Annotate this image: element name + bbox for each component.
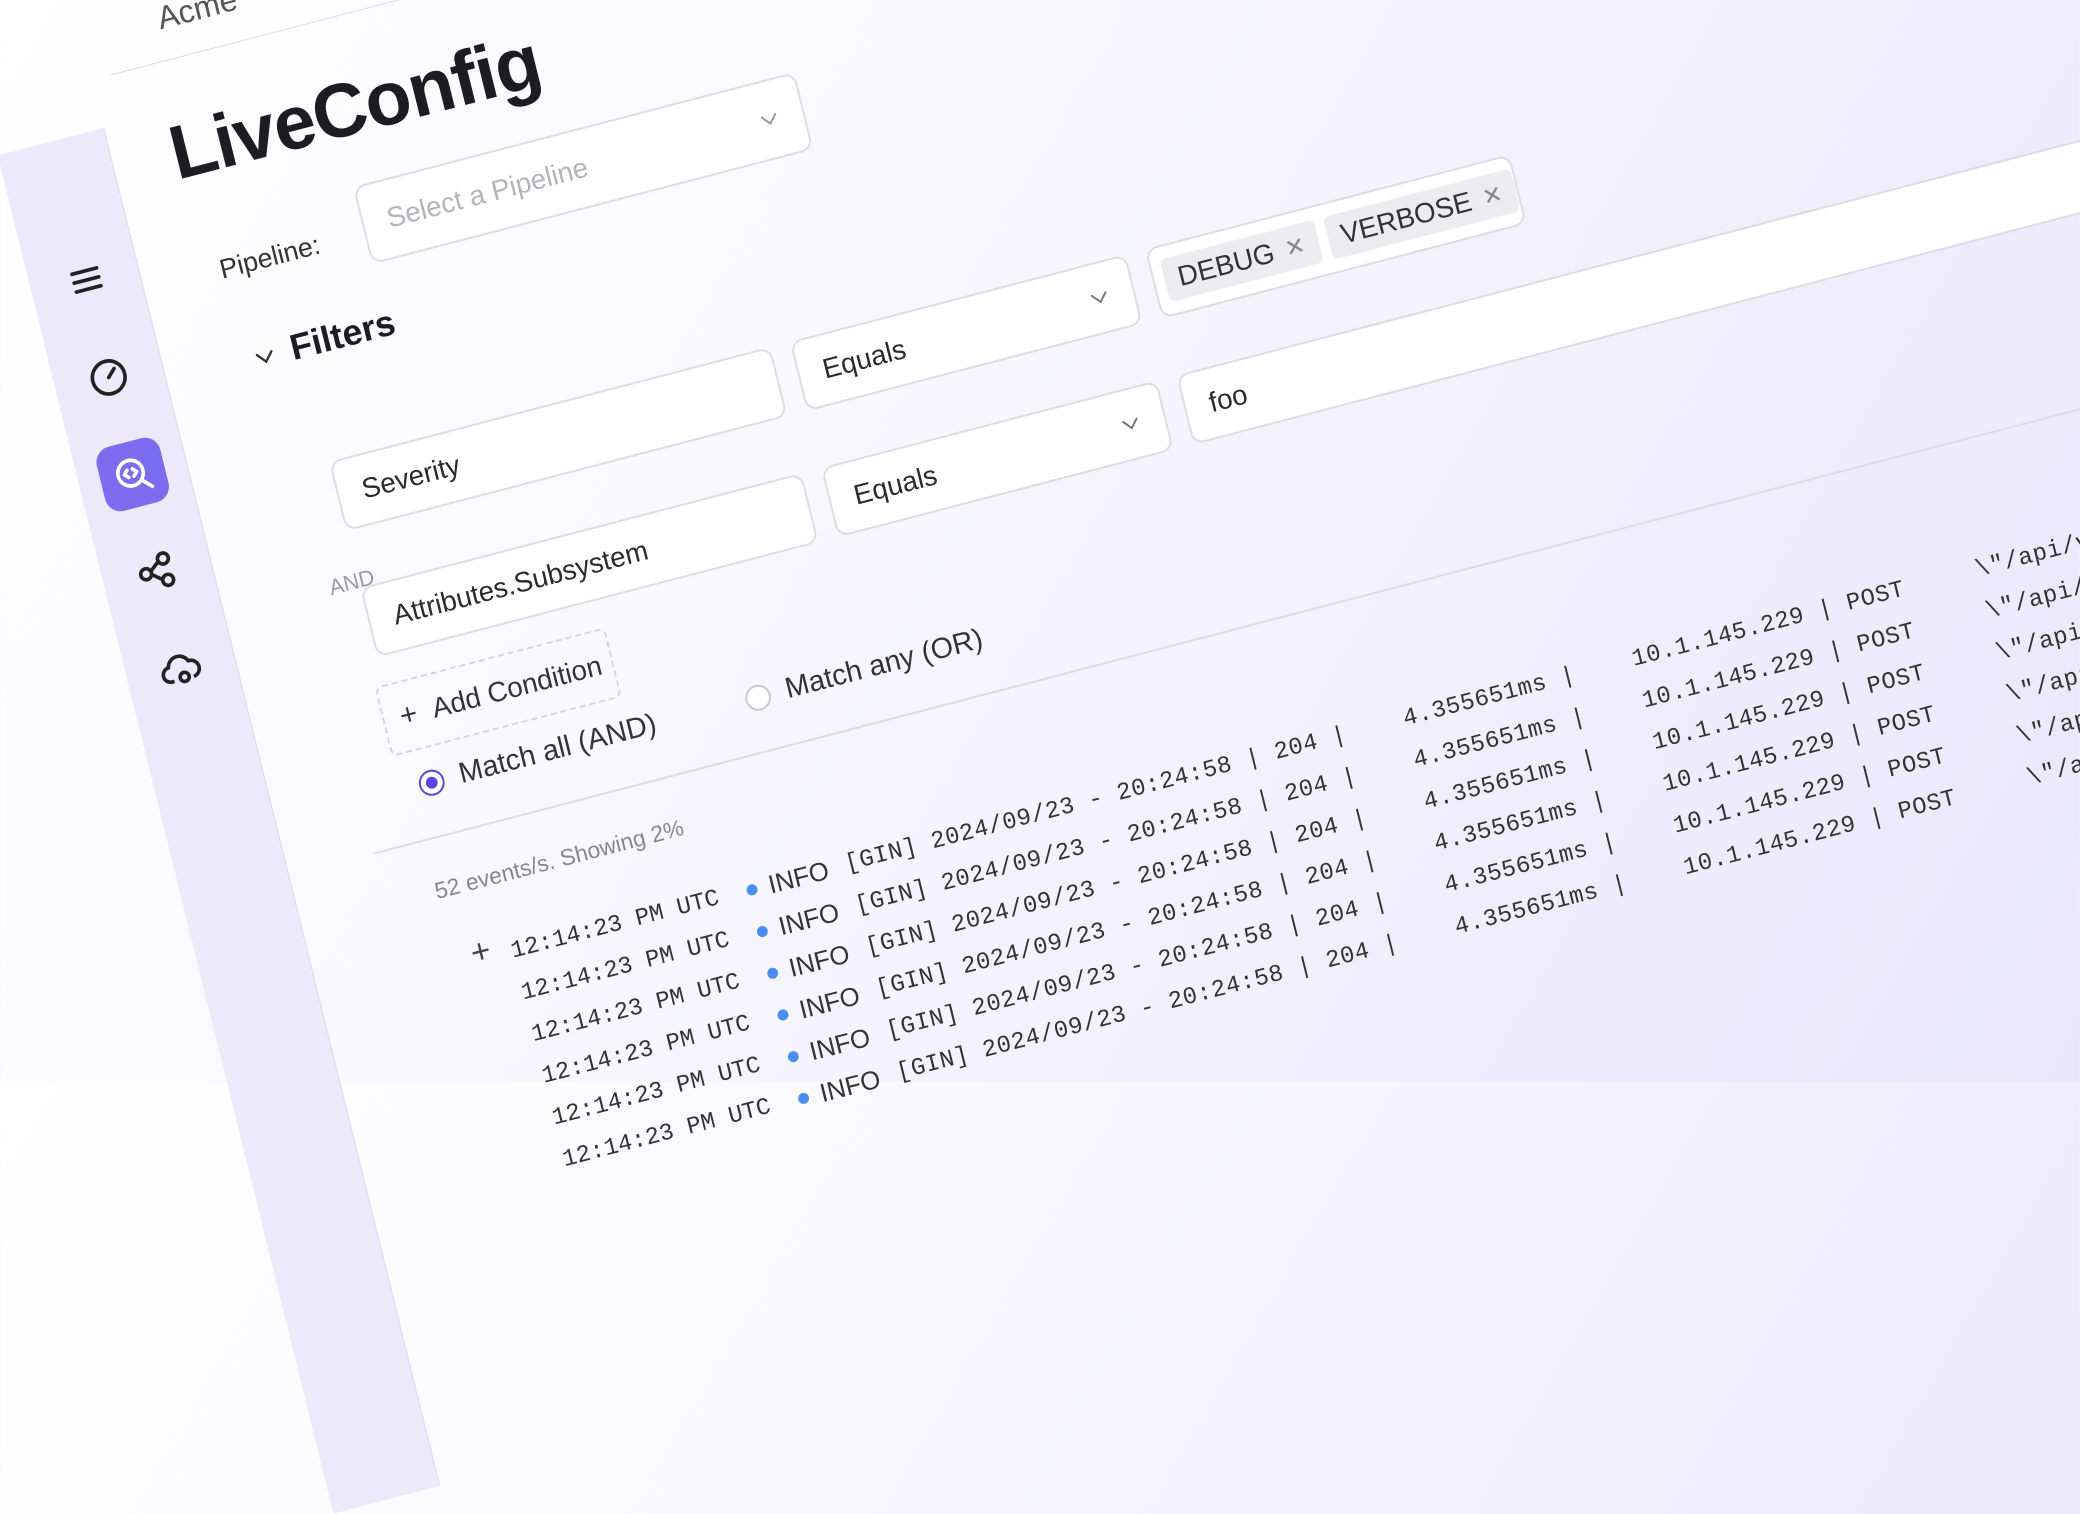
log-level: INFO — [816, 1063, 884, 1109]
value-tag: DEBUG ✕ — [1159, 219, 1324, 303]
condition-value-text: foo — [1205, 378, 1251, 419]
pipeline-label: Pipeline: — [216, 229, 324, 285]
pipeline-placeholder: Select a Pipeline — [383, 151, 592, 234]
code-search-icon[interactable] — [93, 434, 173, 515]
close-icon[interactable]: ✕ — [1282, 231, 1308, 264]
condition-operator-value: Equals — [850, 459, 941, 511]
close-icon[interactable]: ✕ — [1479, 179, 1506, 212]
value-tag-label: VERBOSE — [1337, 185, 1475, 250]
value-tag: VERBOSE ✕ — [1322, 168, 1521, 260]
match-any-label: Match any (OR) — [781, 622, 987, 706]
org-name[interactable]: Acme — [154, 0, 241, 37]
chevron-down-icon — [1091, 291, 1107, 304]
condition-operator-select[interactable]: Equals — [820, 380, 1175, 538]
condition-operator-select[interactable]: Equals — [789, 254, 1143, 412]
app-window: Acme LiveConfig Pipeline: Select a Pipel… — [0, 0, 2080, 1514]
chevron-down-icon[interactable] — [250, 342, 281, 374]
plus-icon: + — [396, 696, 421, 734]
chevron-down-icon — [1122, 417, 1138, 430]
value-tag-label: DEBUG — [1174, 237, 1278, 293]
condition-field-value: Severity — [358, 449, 464, 505]
condition-field-value: Attributes.Subsystem — [389, 534, 652, 631]
expand-row-icon[interactable]: + — [467, 931, 495, 974]
share-nodes-icon[interactable] — [117, 531, 196, 612]
cloud-settings-icon[interactable] — [141, 628, 220, 709]
condition-value-multiselect[interactable]: DEBUG ✕ VERBOSE ✕ — [1144, 154, 1527, 319]
radio-selected-icon[interactable] — [416, 766, 448, 799]
radio-unselected-icon[interactable] — [742, 681, 774, 714]
condition-operator-value: Equals — [819, 333, 909, 385]
add-condition-label: Add Condition — [428, 649, 605, 724]
chevron-down-icon — [760, 113, 777, 126]
list-icon[interactable] — [45, 240, 124, 321]
filters-heading[interactable]: Filters — [286, 301, 400, 369]
log-stream: 12:14:23 PM UTC INFO [GIN] 2024/09/23 - … — [506, 457, 2080, 1182]
gauge-icon[interactable] — [69, 337, 148, 418]
